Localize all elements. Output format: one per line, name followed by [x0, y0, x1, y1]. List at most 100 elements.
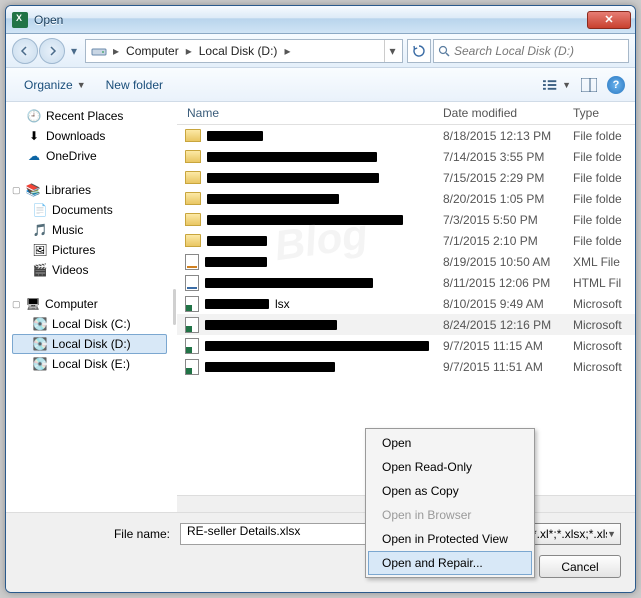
file-date: 9/7/2015 11:51 AM: [433, 360, 563, 374]
excel-app-icon: [12, 12, 28, 28]
tree-pictures[interactable]: 🖼Pictures: [12, 240, 171, 260]
folder-icon: [185, 171, 201, 184]
redacted-filename: [205, 320, 337, 330]
file-type: XML File: [563, 255, 635, 269]
search-placeholder: Search Local Disk (D:): [454, 44, 574, 58]
file-type: File folde: [563, 129, 635, 143]
file-row[interactable]: 8/24/2015 12:16 PMMicrosoft: [177, 314, 635, 335]
file-type: Microsoft: [563, 318, 635, 332]
file-row[interactable]: 8/20/2015 1:05 PMFile folde: [177, 188, 635, 209]
refresh-button[interactable]: [407, 39, 431, 63]
file-row[interactable]: 9/7/2015 11:15 AMMicrosoft: [177, 335, 635, 356]
breadcrumb-chevron[interactable]: ▸: [183, 44, 195, 58]
breadcrumb-dropdown[interactable]: ▾: [384, 40, 400, 62]
redacted-filename: [207, 236, 267, 246]
documents-icon: 📄: [32, 202, 48, 218]
col-name-header[interactable]: Name: [177, 106, 433, 120]
preview-pane-button[interactable]: [575, 74, 603, 96]
libraries-icon: 📚: [25, 182, 41, 198]
nav-history-dropdown[interactable]: ▾: [67, 38, 81, 64]
column-headers[interactable]: Name Date modified Type: [177, 102, 635, 125]
file-row[interactable]: lsx8/10/2015 9:49 AMMicrosoft: [177, 293, 635, 314]
file-row[interactable]: 7/14/2015 3:55 PMFile folde: [177, 146, 635, 167]
close-button[interactable]: ✕: [587, 11, 631, 29]
redacted-filename: [207, 173, 379, 183]
computer-icon: 🖥: [25, 296, 41, 312]
col-date-header[interactable]: Date modified: [433, 106, 563, 120]
file-date: 7/14/2015 3:55 PM: [433, 150, 563, 164]
file-date: 8/10/2015 9:49 AM: [433, 297, 563, 311]
search-input[interactable]: Search Local Disk (D:): [433, 39, 629, 63]
folder-icon: [185, 150, 201, 163]
xlsx-file-icon: [185, 296, 199, 312]
file-row[interactable]: 8/11/2015 12:06 PMHTML Fil: [177, 272, 635, 293]
tree-local-disk-c[interactable]: 💽Local Disk (C:): [12, 314, 171, 334]
redacted-filename: [205, 278, 373, 288]
onedrive-icon: ☁: [26, 148, 42, 164]
file-row[interactable]: 7/15/2015 2:29 PMFile folde: [177, 167, 635, 188]
navigation-tree[interactable]: 🕘Recent Places ⬇Downloads ☁OneDrive ▢📚Li…: [6, 102, 171, 512]
file-type: Microsoft: [563, 360, 635, 374]
file-row[interactable]: 7/1/2015 2:10 PMFile folde: [177, 230, 635, 251]
menu-open-protected-view[interactable]: Open in Protected View: [368, 527, 532, 551]
tree-onedrive[interactable]: ☁OneDrive: [12, 146, 171, 166]
file-row[interactable]: 9/7/2015 11:51 AMMicrosoft: [177, 356, 635, 377]
file-date: 8/24/2015 12:16 PM: [433, 318, 563, 332]
file-date: 7/1/2015 2:10 PM: [433, 234, 563, 248]
help-button[interactable]: ?: [607, 76, 625, 94]
breadcrumb-local-disk-d[interactable]: Local Disk (D:): [195, 40, 282, 62]
tree-computer[interactable]: ▢🖥Computer: [12, 294, 171, 314]
xlsx-file-icon: [185, 317, 199, 333]
menu-open-read-only[interactable]: Open Read-Only: [368, 455, 532, 479]
redacted-filename: [205, 257, 267, 267]
breadcrumb-chevron[interactable]: ▸: [110, 44, 122, 58]
file-date: 8/18/2015 12:13 PM: [433, 129, 563, 143]
file-date: 8/11/2015 12:06 PM: [433, 276, 563, 290]
drive-icon: 💽: [32, 336, 48, 352]
search-icon: [438, 45, 450, 57]
tree-local-disk-d[interactable]: 💽Local Disk (D:): [12, 334, 167, 354]
tree-downloads[interactable]: ⬇Downloads: [12, 126, 171, 146]
file-date: 7/15/2015 2:29 PM: [433, 171, 563, 185]
cancel-button[interactable]: Cancel: [539, 555, 621, 578]
organize-button[interactable]: Organize▼: [16, 75, 94, 95]
menu-open[interactable]: Open: [368, 431, 532, 455]
file-row[interactable]: 8/19/2015 10:50 AMXML File: [177, 251, 635, 272]
view-mode-button[interactable]: ▼: [543, 74, 571, 96]
redacted-filename: [207, 215, 403, 225]
tree-videos[interactable]: 🎬Videos: [12, 260, 171, 280]
folder-icon: [185, 192, 201, 205]
file-type: Microsoft: [563, 339, 635, 353]
col-type-header[interactable]: Type: [563, 106, 635, 120]
tree-documents[interactable]: 📄Documents: [12, 200, 171, 220]
open-dialog: Open ✕ ▾ ▸ Computer ▸ Local Disk (D:) ▸ …: [5, 5, 636, 593]
new-folder-button[interactable]: New folder: [98, 75, 171, 95]
file-date: 7/3/2015 5:50 PM: [433, 213, 563, 227]
redacted-filename: [207, 131, 263, 141]
menu-open-as-copy[interactable]: Open as Copy: [368, 479, 532, 503]
tree-music[interactable]: 🎵Music: [12, 220, 171, 240]
file-row[interactable]: 7/3/2015 5:50 PMFile folde: [177, 209, 635, 230]
address-breadcrumb[interactable]: ▸ Computer ▸ Local Disk (D:) ▸ ▾: [85, 39, 403, 63]
file-row[interactable]: 8/18/2015 12:13 PMFile folde: [177, 125, 635, 146]
breadcrumb-chevron[interactable]: ▸: [281, 44, 293, 58]
drive-icon: 💽: [32, 356, 48, 372]
pictures-icon: 🖼: [32, 242, 48, 258]
drive-icon: 💽: [32, 316, 48, 332]
nav-forward-button[interactable]: [39, 38, 65, 64]
footer-panel: File name: RE-seller Details.xlsx All Ex…: [6, 512, 635, 592]
titlebar[interactable]: Open ✕: [6, 6, 635, 34]
redacted-filename: [207, 194, 339, 204]
folder-icon: [185, 213, 201, 226]
file-date: 8/20/2015 1:05 PM: [433, 192, 563, 206]
redacted-filename: [205, 341, 429, 351]
redacted-filename: [205, 362, 335, 372]
nav-back-button[interactable]: [12, 38, 38, 64]
downloads-icon: ⬇: [26, 128, 42, 144]
tree-local-disk-e[interactable]: 💽Local Disk (E:): [12, 354, 171, 374]
tree-recent-places[interactable]: 🕘Recent Places: [12, 106, 171, 126]
file-type: HTML Fil: [563, 276, 635, 290]
breadcrumb-computer[interactable]: Computer: [122, 40, 183, 62]
tree-libraries[interactable]: ▢📚Libraries: [12, 180, 171, 200]
menu-open-and-repair[interactable]: Open and Repair...: [368, 551, 532, 575]
